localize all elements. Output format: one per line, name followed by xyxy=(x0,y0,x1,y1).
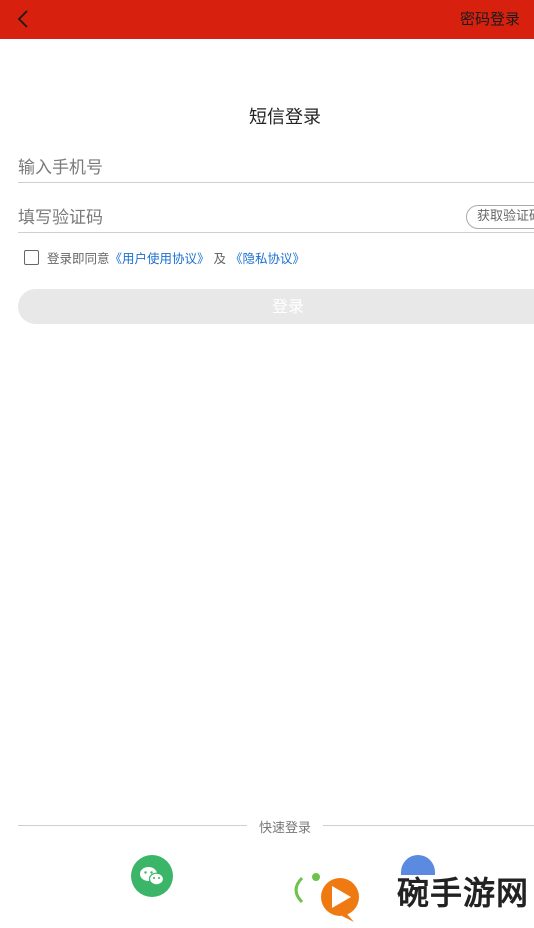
watermark-logo-icon xyxy=(288,866,362,924)
user-agreement-link[interactable]: 《用户使用协议》 xyxy=(110,248,210,267)
divider-right xyxy=(323,825,534,826)
page-title: 短信登录 xyxy=(249,107,321,128)
quick-login-label: 快速登录 xyxy=(258,821,311,836)
agree-checkbox[interactable] xyxy=(24,249,39,265)
divider-left xyxy=(18,825,247,826)
privacy-link[interactable]: 《隐私协议》 xyxy=(230,248,305,267)
phone-input[interactable] xyxy=(18,154,534,183)
watermark-text: 碗手游网 xyxy=(397,874,530,912)
back-arrow-icon[interactable] xyxy=(12,7,36,31)
login-button[interactable]: 登录 xyxy=(18,289,534,324)
agreement-row: 登录即同意 《用户使用协议》 及 《隐私协议》 xyxy=(24,248,305,266)
wechat-login-icon[interactable] xyxy=(131,855,173,897)
get-code-button[interactable]: 获取验证码 xyxy=(466,205,534,229)
agreement-prefix: 登录即同意 xyxy=(47,250,110,266)
password-login-link[interactable]: 密码登录 xyxy=(460,9,520,29)
agreement-and: 及 xyxy=(213,250,227,266)
top-bar: 密码登录 xyxy=(0,0,534,39)
verification-code-input[interactable] xyxy=(18,204,534,233)
